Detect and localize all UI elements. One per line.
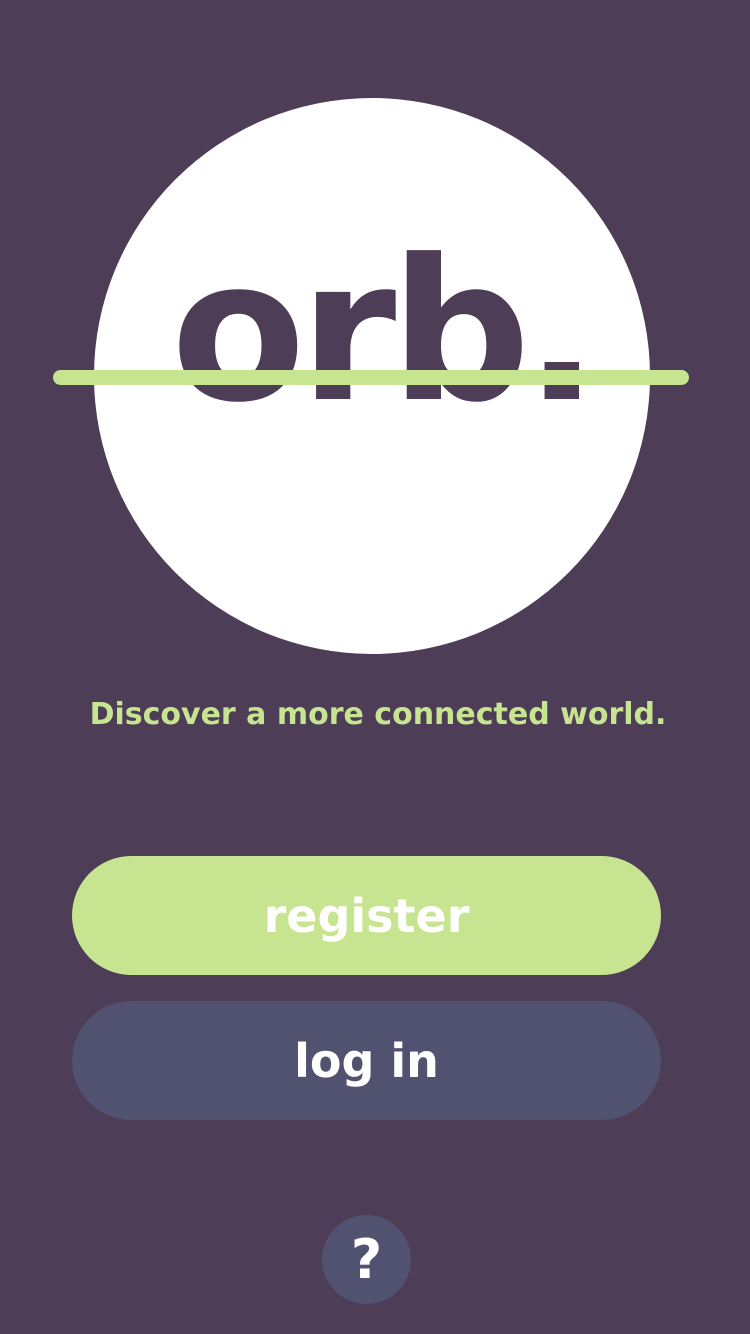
help-button[interactable]: ? bbox=[322, 1215, 411, 1304]
logo-wordmark: orb. bbox=[170, 218, 599, 446]
login-button[interactable]: log in bbox=[72, 1001, 661, 1120]
register-button-label: register bbox=[263, 888, 470, 943]
logo-strike-line bbox=[53, 370, 689, 385]
register-button[interactable]: register bbox=[72, 856, 661, 975]
tagline: Discover a more connected world. bbox=[89, 697, 667, 732]
login-button-label: log in bbox=[294, 1033, 439, 1088]
question-mark-icon: ? bbox=[350, 1228, 383, 1291]
